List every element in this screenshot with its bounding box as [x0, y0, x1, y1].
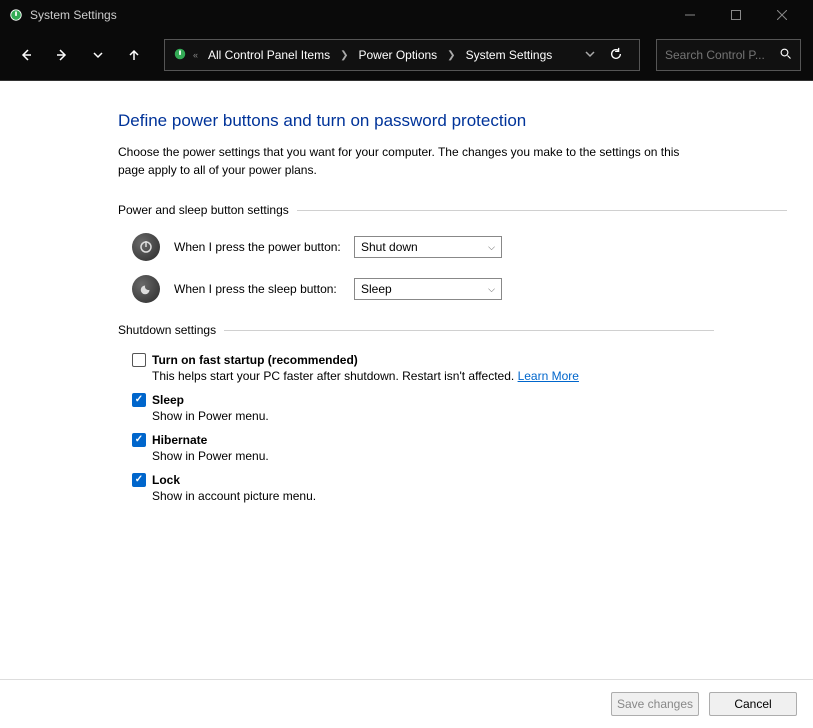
chevron-right-icon: ❯ — [447, 50, 455, 61]
power-icon — [132, 233, 160, 261]
hibernate-setting: Hibernate Show in Power menu. — [132, 433, 795, 463]
breadcrumb-item[interactable]: All Control Panel Items — [204, 46, 334, 64]
cancel-button[interactable]: Cancel — [709, 692, 797, 716]
footer: Save changes Cancel — [0, 679, 813, 728]
address-dropdown[interactable] — [579, 48, 601, 62]
fast-startup-checkbox[interactable] — [132, 353, 146, 367]
fast-startup-setting: Turn on fast startup (recommended) This … — [132, 353, 795, 383]
section-power-sleep: Power and sleep button settings When I p… — [118, 203, 795, 303]
power-button-dropdown[interactable]: Shut down ⌵ — [354, 236, 502, 258]
up-button[interactable] — [120, 41, 148, 69]
learn-more-link[interactable]: Learn More — [518, 369, 579, 383]
search-box[interactable] — [656, 39, 801, 71]
content-area: Define power buttons and turn on passwor… — [0, 81, 813, 679]
section-shutdown: Shutdown settings Turn on fast startup (… — [118, 323, 795, 503]
sleep-button-label: When I press the sleep button: — [174, 282, 354, 296]
chevron-right-icon: ❯ — [340, 50, 348, 61]
hibernate-label[interactable]: Hibernate — [152, 433, 207, 447]
sleep-button-dropdown[interactable]: Sleep ⌵ — [354, 278, 502, 300]
forward-button[interactable] — [48, 41, 76, 69]
divider — [297, 210, 787, 211]
close-button[interactable] — [759, 0, 805, 30]
page-title: Define power buttons and turn on passwor… — [118, 111, 795, 131]
sleep-setting: Sleep Show in Power menu. — [132, 393, 795, 423]
divider — [224, 330, 714, 331]
back-button[interactable] — [12, 41, 40, 69]
sleep-label[interactable]: Sleep — [152, 393, 184, 407]
window-title: System Settings — [30, 8, 667, 22]
hibernate-checkbox[interactable] — [132, 433, 146, 447]
window-controls — [667, 0, 805, 30]
refresh-button[interactable] — [601, 47, 631, 64]
app-icon — [8, 7, 24, 23]
sleep-button-row: When I press the sleep button: Sleep ⌵ — [132, 275, 795, 303]
breadcrumb-item[interactable]: System Settings — [462, 46, 557, 64]
lock-label[interactable]: Lock — [152, 473, 180, 487]
titlebar: System Settings — [0, 0, 813, 30]
power-button-label: When I press the power button: — [174, 240, 354, 254]
lock-desc: Show in account picture menu. — [152, 489, 795, 503]
section-title: Power and sleep button settings — [118, 203, 297, 217]
minimize-button[interactable] — [667, 0, 713, 30]
breadcrumb[interactable]: « All Control Panel Items ❯ Power Option… — [164, 39, 640, 71]
section-title: Shutdown settings — [118, 323, 224, 337]
chevron-down-icon: ⌵ — [488, 284, 495, 295]
save-button[interactable]: Save changes — [611, 692, 699, 716]
sleep-checkbox[interactable] — [132, 393, 146, 407]
dropdown-value: Sleep — [361, 282, 392, 296]
lock-checkbox[interactable] — [132, 473, 146, 487]
sleep-desc: Show in Power menu. — [152, 409, 795, 423]
fast-startup-desc: This helps start your PC faster after sh… — [152, 369, 518, 383]
hibernate-desc: Show in Power menu. — [152, 449, 795, 463]
page-description: Choose the power settings that you want … — [118, 143, 688, 179]
chevron-down-icon: ⌵ — [488, 242, 495, 253]
dropdown-value: Shut down — [361, 240, 418, 254]
lock-setting: Lock Show in account picture menu. — [132, 473, 795, 503]
search-icon[interactable] — [780, 48, 792, 63]
fast-startup-label[interactable]: Turn on fast startup (recommended) — [152, 353, 358, 367]
recent-dropdown[interactable] — [84, 41, 112, 69]
search-input[interactable] — [665, 48, 776, 62]
chevron-left-icon: « — [193, 50, 198, 60]
maximize-button[interactable] — [713, 0, 759, 30]
navbar: « All Control Panel Items ❯ Power Option… — [0, 30, 813, 80]
sleep-icon — [132, 275, 160, 303]
breadcrumb-icon — [173, 47, 189, 63]
power-button-row: When I press the power button: Shut down… — [132, 233, 795, 261]
breadcrumb-item[interactable]: Power Options — [354, 46, 441, 64]
